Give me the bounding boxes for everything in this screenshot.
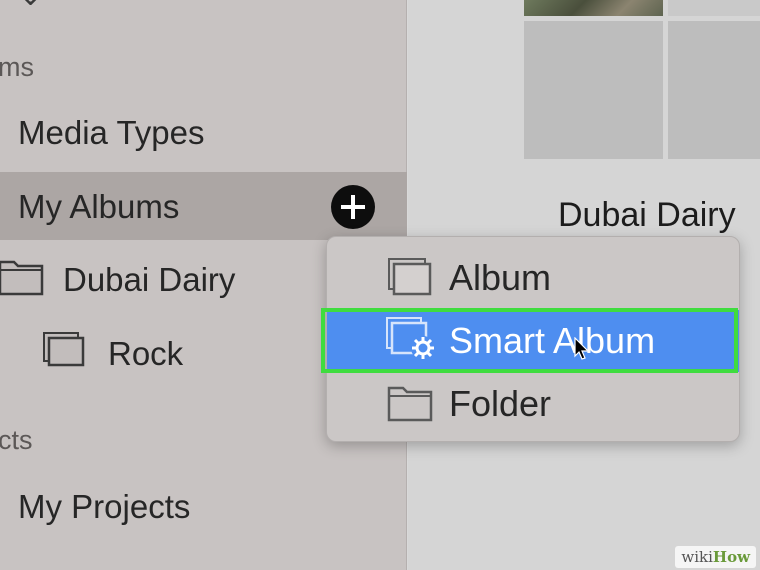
add-album-button[interactable] xyxy=(331,185,375,229)
sidebar-item-rock[interactable]: Rock xyxy=(108,335,183,373)
menu-item-album[interactable]: Album xyxy=(327,247,739,309)
menu-item-smart-album-label: Smart Album xyxy=(449,320,656,361)
smart-album-gear-icon xyxy=(386,317,435,360)
wikihow-watermark: wikiHow xyxy=(675,546,756,568)
new-item-menu: Album Smart Album Folder xyxy=(326,236,740,442)
sidebar-item-dubai-dairy[interactable]: Dubai Dairy xyxy=(63,261,235,299)
photo-thumbnail[interactable] xyxy=(524,0,663,16)
menu-item-smart-album[interactable]: Smart Album xyxy=(327,310,739,372)
folder-icon xyxy=(0,260,44,296)
watermark-how: How xyxy=(712,548,750,566)
menu-item-album-label: Album xyxy=(449,257,552,298)
album-title[interactable]: Dubai Dairy xyxy=(558,196,736,235)
section-header-albums: ms xyxy=(0,52,34,82)
sidebar-item-media-types[interactable]: Media Types xyxy=(18,114,205,152)
section-header-projects: cts xyxy=(0,425,33,455)
sidebar-item-my-projects[interactable]: My Projects xyxy=(18,488,190,526)
mouse-cursor-icon xyxy=(574,337,590,360)
photo-thumbnail[interactable] xyxy=(668,21,760,159)
menu-item-folder-label: Folder xyxy=(449,383,552,424)
photo-thumbnail[interactable] xyxy=(524,21,663,159)
sidebar-item-my-albums[interactable]: My Albums xyxy=(18,188,179,226)
album-icon xyxy=(43,332,85,367)
sidebar-top-fragment: ⌄ xyxy=(18,0,43,13)
album-icon xyxy=(388,258,432,296)
watermark-wiki: wiki xyxy=(681,548,713,566)
menu-item-folder[interactable]: Folder xyxy=(327,373,739,435)
folder-icon xyxy=(387,386,433,422)
photo-thumbnail[interactable] xyxy=(668,0,760,16)
